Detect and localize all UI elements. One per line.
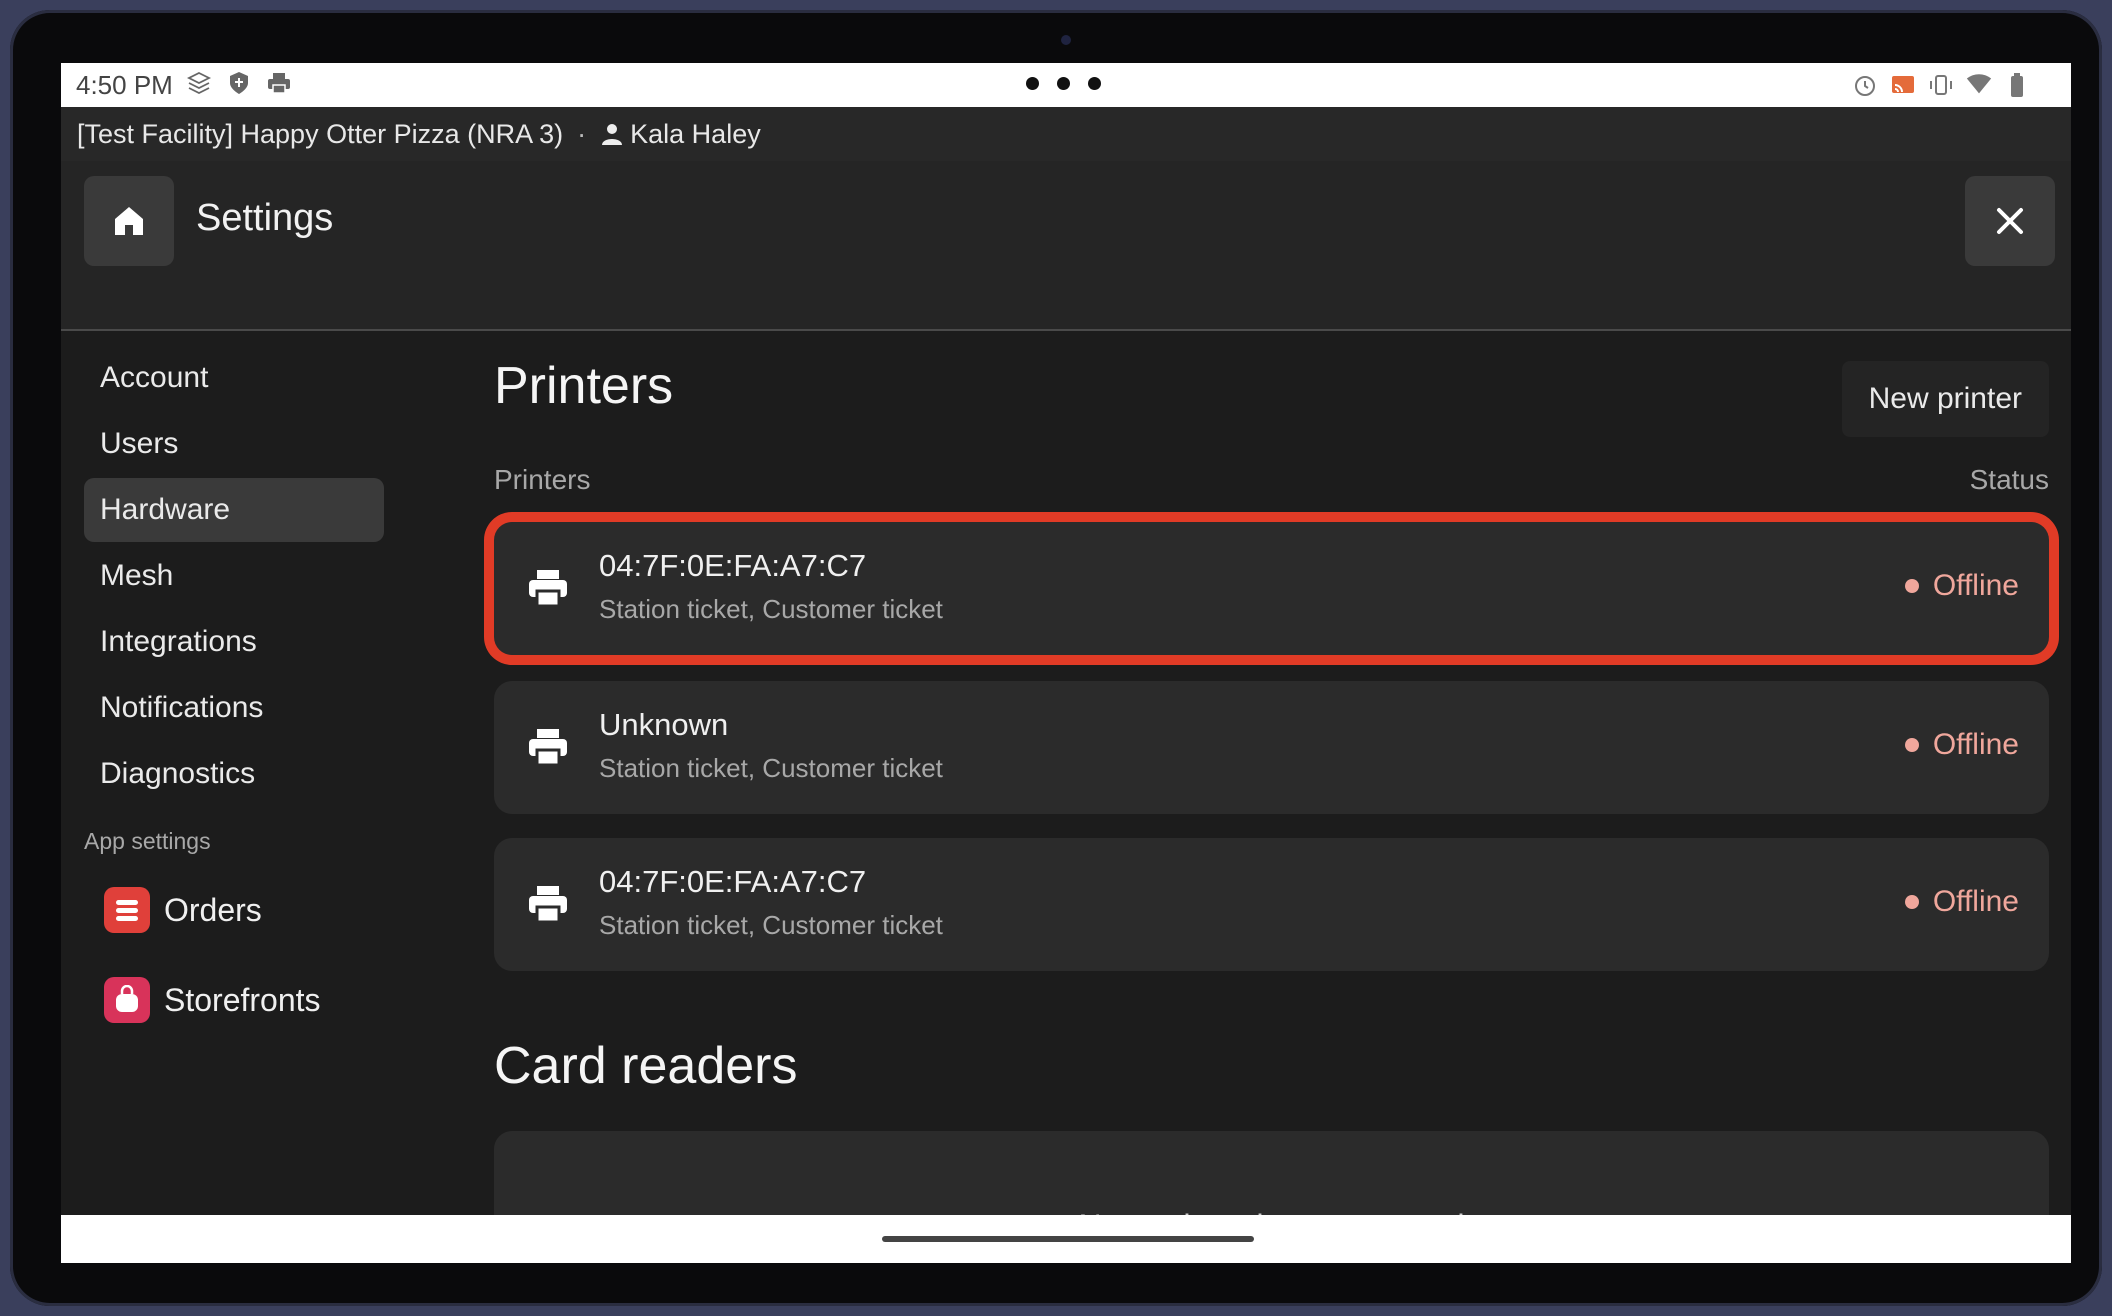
app-settings-heading: App settings [84, 828, 211, 854]
printer-name: Unknown [599, 707, 729, 742]
printer-icon [527, 884, 569, 929]
status-badge: Offline [1904, 569, 2019, 603]
facility-name: [Test Facility] Happy Otter Pizza (NRA 3… [77, 118, 564, 149]
storefronts-app-icon [104, 977, 150, 1023]
sidebar-item-hardware[interactable]: Hardware [84, 478, 384, 542]
screen: 4:50 PM [Test Facility] Happy Otter Pizz… [61, 63, 2071, 1263]
printer-row[interactable]: Unknown Station ticket, Customer ticket … [494, 681, 2049, 814]
status-label: Offline [1932, 569, 2019, 602]
status-label: Offline [1932, 885, 2019, 918]
new-printer-button[interactable]: New printer [1841, 361, 2049, 437]
wifi-icon [1965, 71, 1993, 99]
camera-dot [1061, 35, 1071, 45]
home-icon [115, 207, 143, 235]
close-button[interactable] [1965, 176, 2055, 266]
status-badge: Offline [1904, 885, 2019, 919]
sidebar-item-notifications[interactable]: Notifications [84, 676, 384, 740]
status-right-icons [1851, 71, 2031, 99]
status-bar: 4:50 PM [61, 63, 2071, 107]
printers-title: Printers [494, 357, 674, 415]
card-readers-title: Card readers [494, 1037, 798, 1095]
layers-icon [185, 69, 213, 97]
facility-bar: [Test Facility] Happy Otter Pizza (NRA 3… [61, 107, 2071, 161]
printer-roles: Station ticket, Customer ticket [599, 753, 943, 783]
status-time: 4:50 PM [76, 70, 173, 100]
sidebar-item-mesh[interactable]: Mesh [84, 544, 384, 608]
status-dot-icon [1904, 895, 1919, 909]
printers-table-header: Printers Status [494, 464, 2049, 496]
user-icon [602, 124, 623, 145]
sidebar-item-diagnostics[interactable]: Diagnostics [84, 742, 384, 806]
page-title: Settings [196, 197, 334, 239]
status-left-icons [185, 69, 293, 97]
alarm-icon [1851, 71, 1879, 99]
settings-sidebar: Account Users Hardware Mesh Integrations… [84, 346, 384, 1045]
printer-icon [527, 568, 569, 613]
user-name: Kala Haley [630, 118, 761, 149]
device-bezel: 4:50 PM [Test Facility] Happy Otter Pizz… [10, 10, 2102, 1306]
sidebar-item-account[interactable]: Account [84, 346, 384, 410]
status-dot-icon [1904, 738, 1919, 752]
settings-header: Settings [61, 161, 2071, 331]
printers-column-header: Printers [494, 464, 591, 495]
status-dot-icon [1904, 579, 1919, 593]
cast-icon [1889, 71, 1917, 99]
current-user: Kala Haley [600, 119, 761, 150]
sidebar-app-storefronts[interactable]: Storefronts [84, 955, 384, 1045]
status-column-header: Status [1969, 464, 2049, 495]
orders-label: Orders [164, 891, 262, 928]
status-label: Offline [1932, 728, 2019, 761]
storefronts-label: Storefronts [164, 981, 321, 1018]
vibrate-icon [1927, 71, 1955, 99]
status-badge: Offline [1904, 728, 2019, 762]
shield-icon [225, 69, 253, 97]
printer-row[interactable]: 04:7F:0E:FA:A7:C7 Station ticket, Custom… [494, 838, 2049, 971]
printer-name: 04:7F:0E:FA:A7:C7 [599, 548, 867, 583]
battery-icon [2003, 71, 2031, 99]
sidebar-item-integrations[interactable]: Integrations [84, 610, 384, 674]
orders-app-icon [104, 887, 150, 933]
printer-icon [527, 727, 569, 772]
printer-roles: Station ticket, Customer ticket [599, 910, 943, 940]
printer-status-icon [265, 69, 293, 97]
camera-notch-dots [1026, 77, 1101, 90]
system-nav-bar [61, 1215, 2071, 1263]
printer-row[interactable]: 04:7F:0E:FA:A7:C7 Station ticket, Custom… [494, 522, 2049, 655]
sidebar-item-users[interactable]: Users [84, 412, 384, 476]
printer-name: 04:7F:0E:FA:A7:C7 [599, 864, 867, 899]
home-button[interactable] [84, 176, 174, 266]
home-gesture-handle[interactable] [882, 1236, 1254, 1242]
facility-separator: · [577, 118, 587, 149]
close-icon [1997, 208, 2023, 234]
sidebar-app-orders[interactable]: Orders [84, 865, 384, 955]
printer-roles: Station ticket, Customer ticket [599, 594, 943, 624]
